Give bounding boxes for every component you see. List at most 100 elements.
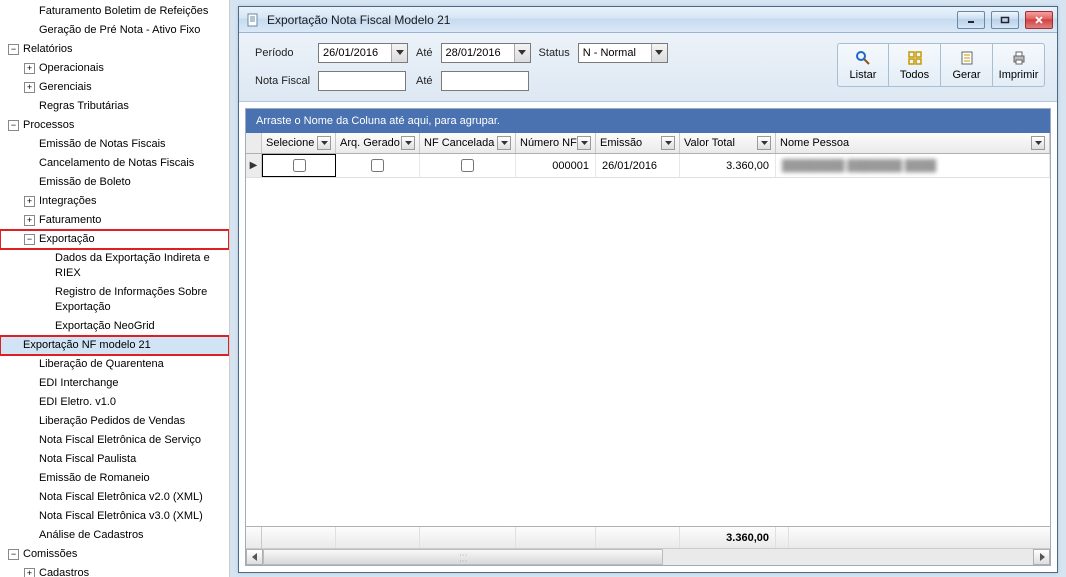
toggle-placeholder [24, 454, 35, 465]
imprimir-button[interactable]: Imprimir [993, 43, 1045, 87]
tree-item-label: Processos [23, 118, 74, 133]
tree-item[interactable]: +Cadastros [0, 564, 229, 577]
tree-item[interactable]: Emissão de Notas Fiscais [0, 135, 229, 154]
nf-from-input[interactable] [318, 71, 406, 91]
tree-item[interactable]: Nota Fiscal Eletrônica v3.0 (XML) [0, 507, 229, 526]
tree-item[interactable]: Exportação NeoGrid [0, 317, 229, 336]
chevron-down-icon[interactable] [391, 44, 407, 62]
tree-item[interactable]: Faturamento Boletim de Refeições [0, 2, 229, 21]
group-by-bar[interactable]: Arraste o Nome da Coluna até aqui, para … [246, 109, 1050, 133]
tree-item[interactable]: Análise de Cadastros [0, 526, 229, 545]
expand-icon[interactable]: + [24, 63, 35, 74]
scroll-right-icon[interactable] [1033, 549, 1050, 565]
column-header-selecione[interactable]: Selecione [262, 133, 336, 153]
filter-dropdown-icon[interactable] [661, 136, 675, 150]
tree-item[interactable]: −Exportação [0, 230, 229, 249]
tree-item[interactable]: Liberação de Quarentena [0, 355, 229, 374]
collapse-icon[interactable]: − [24, 234, 35, 245]
column-header-valor_total[interactable]: Valor Total [680, 133, 776, 153]
toggle-placeholder [24, 101, 35, 112]
toggle-placeholder [40, 295, 51, 306]
minimize-button[interactable] [957, 11, 985, 29]
expand-icon[interactable]: + [24, 196, 35, 207]
nf-to-input[interactable] [441, 71, 529, 91]
action-buttons: Listar Todos Gerar Imprimir [837, 43, 1045, 87]
chevron-down-icon[interactable] [651, 44, 667, 62]
window-title: Exportação Nota Fiscal Modelo 21 [267, 13, 951, 27]
main-area: Exportação Nota Fiscal Modelo 21 Período… [230, 0, 1066, 577]
filter-dropdown-icon[interactable] [317, 136, 331, 150]
toggle-placeholder [40, 261, 51, 272]
tree-item[interactable]: Registro de Informações Sobre Exportação [0, 283, 229, 317]
tree-item[interactable]: EDI Interchange [0, 374, 229, 393]
tree-item[interactable]: −Processos [0, 116, 229, 135]
column-header-nome_pessoa[interactable]: Nome Pessoa [776, 133, 1050, 153]
tree-item[interactable]: Dados da Exportação Indireta e RIEX [0, 249, 229, 283]
listar-button[interactable]: Listar [837, 43, 889, 87]
expand-icon[interactable]: + [24, 215, 35, 226]
tree-item-label: Faturamento [39, 213, 101, 228]
filter-dropdown-icon[interactable] [757, 136, 771, 150]
tree-item[interactable]: Cancelamento de Notas Fiscais [0, 154, 229, 173]
column-header-numero_nf[interactable]: Número NF [516, 133, 596, 153]
periodo-from-input[interactable] [318, 43, 408, 63]
tree-item-label: Liberação Pedidos de Vendas [39, 414, 185, 429]
tree-item[interactable]: Liberação Pedidos de Vendas [0, 412, 229, 431]
tree-item-label: Dados da Exportação Indireta e RIEX [55, 251, 225, 281]
scroll-left-icon[interactable] [246, 549, 263, 565]
close-button[interactable] [1025, 11, 1053, 29]
tree-item[interactable]: Regras Tributárias [0, 97, 229, 116]
filter-dropdown-icon[interactable] [401, 136, 415, 150]
expand-icon[interactable]: + [24, 82, 35, 93]
gerar-button[interactable]: Gerar [941, 43, 993, 87]
collapse-icon[interactable]: − [8, 549, 19, 560]
periodo-to-input[interactable] [441, 43, 531, 63]
ate-label-2: Até [416, 75, 433, 87]
tree-item[interactable]: Emissão de Boleto [0, 173, 229, 192]
tree-item-label: Nota Fiscal Eletrônica de Serviço [39, 433, 201, 448]
filter-dropdown-icon[interactable] [577, 136, 591, 150]
tree-item-label: Liberação de Quarentena [39, 357, 164, 372]
scroll-thumb[interactable] [263, 549, 663, 565]
table-row[interactable]: ▶00000126/01/20163.360,00████████ ██████… [246, 154, 1050, 178]
toggle-placeholder [24, 473, 35, 484]
expand-icon[interactable]: + [24, 568, 35, 577]
cell-selecione [262, 154, 336, 177]
tree-item-label: Emissão de Boleto [39, 175, 131, 190]
tree-item-label: Integrações [39, 194, 96, 209]
tree-item[interactable]: Geração de Pré Nota - Ativo Fixo [0, 21, 229, 40]
tree-item[interactable]: Nota Fiscal Paulista [0, 450, 229, 469]
column-header-nf_cancelada[interactable]: NF Cancelada [420, 133, 516, 153]
tree-item-label: Nota Fiscal Eletrônica v2.0 (XML) [39, 490, 203, 505]
toggle-placeholder [8, 340, 19, 351]
collapse-icon[interactable]: − [8, 120, 19, 131]
maximize-button[interactable] [991, 11, 1019, 29]
toggle-placeholder [24, 397, 35, 408]
checkbox-selecione[interactable] [293, 159, 306, 172]
tree-item[interactable]: EDI Eletro. v1.0 [0, 393, 229, 412]
tree-item[interactable]: Nota Fiscal Eletrônica de Serviço [0, 431, 229, 450]
status-select[interactable] [578, 43, 668, 63]
checkbox-nf_cancelada[interactable] [461, 159, 474, 172]
checkbox-arq_gerado[interactable] [371, 159, 384, 172]
filter-dropdown-icon[interactable] [1031, 136, 1045, 150]
horizontal-scrollbar[interactable] [246, 548, 1050, 565]
tree-item[interactable]: Nota Fiscal Eletrônica v2.0 (XML) [0, 488, 229, 507]
tree-item-label: Exportação NF modelo 21 [23, 338, 151, 353]
column-header-arq_gerado[interactable]: Arq. Gerado [336, 133, 420, 153]
filter-dropdown-icon[interactable] [497, 136, 511, 150]
tree-item[interactable]: Exportação NF modelo 21 [0, 336, 229, 355]
tree-item[interactable]: −Relatórios [0, 40, 229, 59]
tree-item[interactable]: Emissão de Romaneio [0, 469, 229, 488]
collapse-icon[interactable]: − [8, 44, 19, 55]
tree-item[interactable]: −Comissões [0, 545, 229, 564]
tree-item[interactable]: +Gerenciais [0, 78, 229, 97]
cell-numero_nf: 000001 [516, 154, 596, 177]
tree-item-label: Relatórios [23, 42, 73, 57]
tree-item[interactable]: + Faturamento [0, 211, 229, 230]
chevron-down-icon[interactable] [514, 44, 530, 62]
tree-item[interactable]: +Operacionais [0, 59, 229, 78]
column-header-emissao[interactable]: Emissão [596, 133, 680, 153]
tree-item[interactable]: + Integrações [0, 192, 229, 211]
todos-button[interactable]: Todos [889, 43, 941, 87]
